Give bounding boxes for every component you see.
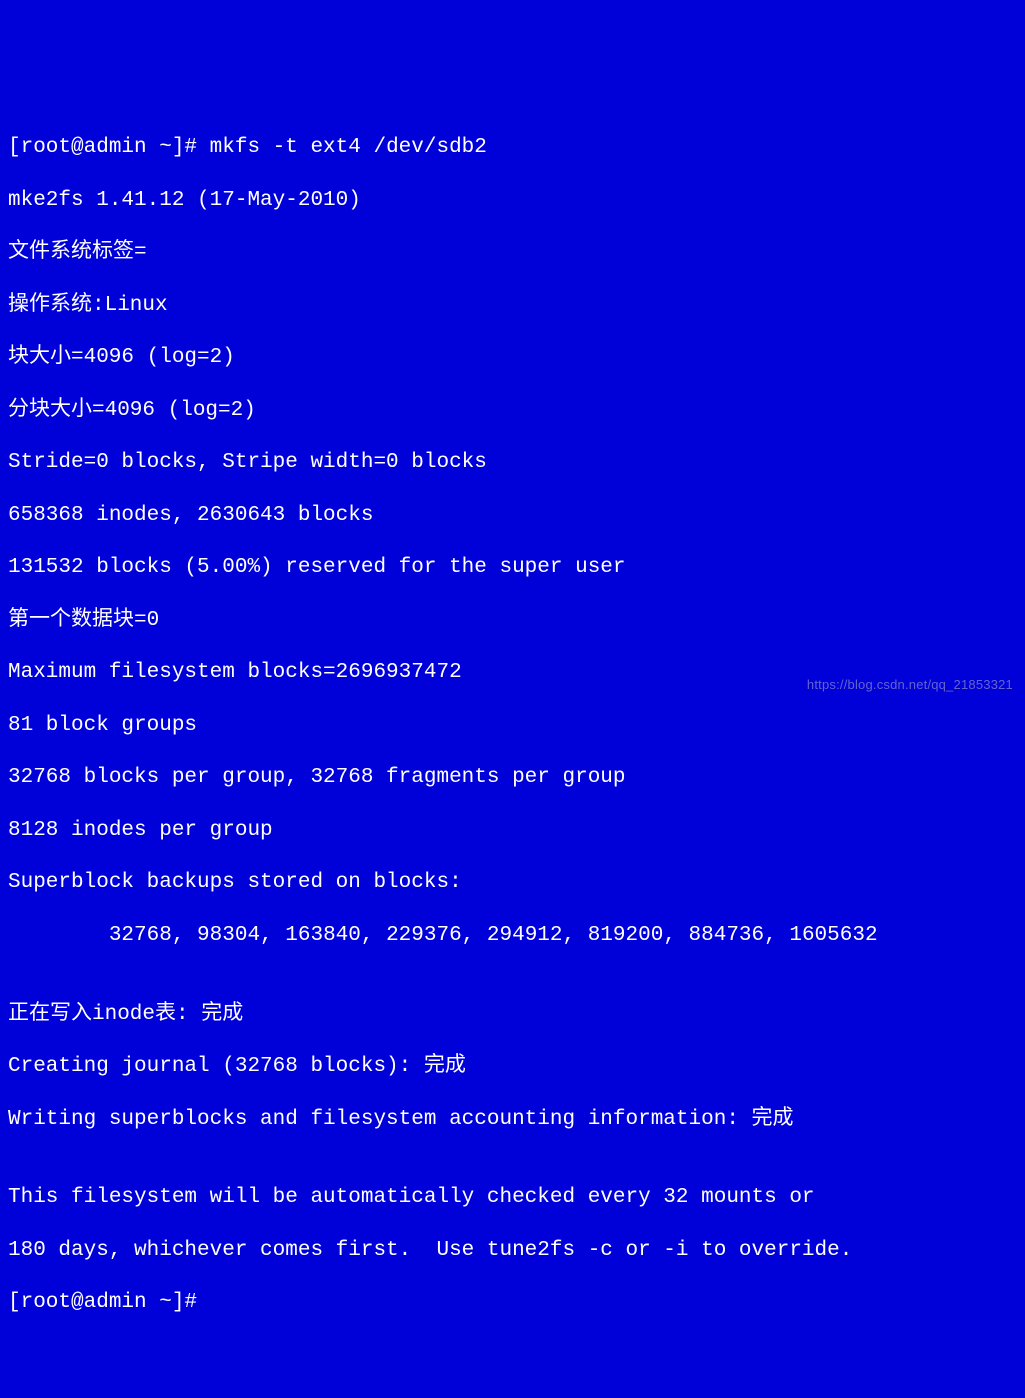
output-line: mke2fs 1.41.12 (17-May-2010) bbox=[8, 188, 1017, 214]
output-line: 32768 blocks per group, 32768 fragments … bbox=[8, 765, 1017, 791]
output-line: 180 days, whichever comes first. Use tun… bbox=[8, 1238, 1017, 1264]
output-line: Creating journal (32768 blocks): 完成 bbox=[8, 1054, 1017, 1080]
output-line: 块大小=4096 (log=2) bbox=[8, 345, 1017, 371]
output-line: 第一个数据块=0 bbox=[8, 608, 1017, 634]
output-line: Stride=0 blocks, Stripe width=0 blocks bbox=[8, 450, 1017, 476]
watermark-text: https://blog.csdn.net/qq_21853321 bbox=[807, 677, 1013, 693]
terminal-output: [root@admin ~]# mkfs -t ext4 /dev/sdb2 m… bbox=[8, 109, 1017, 1343]
output-line: 131532 blocks (5.00%) reserved for the s… bbox=[8, 555, 1017, 581]
output-line: 658368 inodes, 2630643 blocks bbox=[8, 503, 1017, 529]
output-line: 正在写入inode表: 完成 bbox=[8, 1002, 1017, 1028]
output-line: 8128 inodes per group bbox=[8, 818, 1017, 844]
output-line: 32768, 98304, 163840, 229376, 294912, 81… bbox=[8, 923, 1017, 949]
output-line: 文件系统标签= bbox=[8, 240, 1017, 266]
prompt: [root@admin ~]# bbox=[8, 1291, 210, 1314]
command-text: mkfs -t ext4 /dev/sdb2 bbox=[210, 136, 487, 159]
output-line: Superblock backups stored on blocks: bbox=[8, 870, 1017, 896]
output-line: Writing superblocks and filesystem accou… bbox=[8, 1107, 1017, 1133]
output-line: This filesystem will be automatically ch… bbox=[8, 1185, 1017, 1211]
command-line[interactable]: [root@admin ~]# mkfs -t ext4 /dev/sdb2 bbox=[8, 135, 1017, 161]
prompt: [root@admin ~]# bbox=[8, 136, 210, 159]
prompt-line[interactable]: [root@admin ~]# bbox=[8, 1290, 1017, 1316]
output-line: 分块大小=4096 (log=2) bbox=[8, 398, 1017, 424]
output-line: 操作系统:Linux bbox=[8, 293, 1017, 319]
output-line: 81 block groups bbox=[8, 713, 1017, 739]
